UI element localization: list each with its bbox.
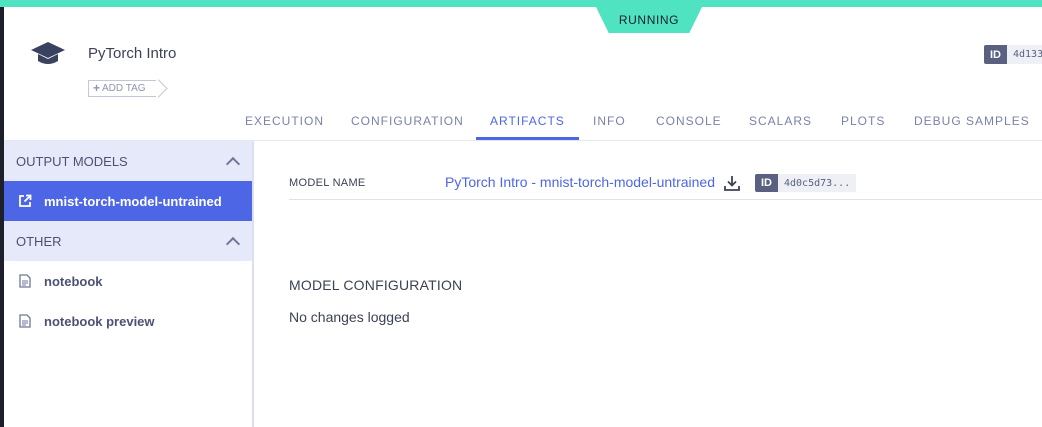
tab-info[interactable]: INFO [593, 106, 626, 140]
tab-debug-samples[interactable]: DEBUG SAMPLES [914, 106, 1030, 140]
section-other-title: OTHER [16, 233, 62, 249]
tab-configuration[interactable]: CONFIGURATION [351, 106, 464, 140]
sidebar-item-notebook[interactable]: notebook [4, 261, 252, 301]
sidebar-item-model[interactable]: mnist-torch-model-untrained [4, 181, 252, 221]
model-name-row: MODEL NAME PyTorch Intro - mnist-torch-m… [289, 167, 1042, 200]
graduation-cap-icon [31, 42, 65, 64]
section-other[interactable]: OTHER [4, 221, 252, 261]
model-name-label: MODEL NAME [289, 177, 366, 189]
task-id-label: ID [984, 45, 1007, 64]
tab-console[interactable]: CONSOLE [656, 106, 722, 140]
add-tag-button[interactable]: + ADD TAG [88, 80, 156, 97]
model-id-label: ID [755, 174, 778, 192]
artifact-details: MODEL NAME PyTorch Intro - mnist-torch-m… [256, 141, 1042, 427]
section-output-models[interactable]: OUTPUT MODELS [4, 141, 252, 181]
model-configuration-text: No changes logged [289, 309, 410, 325]
sidebar-item-label: notebook [44, 273, 103, 289]
model-configuration-heading: MODEL CONFIGURATION [289, 277, 463, 293]
model-id-value: 4d0c5d73... [778, 174, 857, 192]
chevron-up-icon[interactable] [225, 236, 241, 251]
external-link-icon [18, 194, 32, 208]
tab-scalars[interactable]: SCALARS [749, 106, 812, 140]
status-top-bar [0, 0, 1042, 7]
tab-plots[interactable]: PLOTS [841, 106, 885, 140]
plus-icon: + [93, 81, 101, 95]
sidebar-item-label: notebook preview [44, 313, 155, 329]
add-tag-label: ADD TAG [102, 83, 146, 94]
document-icon [18, 274, 32, 288]
sidebar-item-notebook-preview[interactable]: notebook preview [4, 301, 252, 341]
model-id-chip[interactable]: ID 4d0c5d73... [755, 174, 857, 192]
task-title: PyTorch Intro [88, 45, 177, 62]
download-icon[interactable] [723, 174, 741, 192]
model-link[interactable]: PyTorch Intro - mnist-torch-model-untrai… [445, 174, 715, 190]
tab-artifacts[interactable]: ARTIFACTS [476, 106, 579, 140]
task-tabs: EXECUTION CONFIGURATION ARTIFACTS INFO C… [4, 106, 1042, 140]
chevron-up-icon[interactable] [225, 156, 241, 171]
task-id-value: 4d133 [1007, 45, 1042, 64]
tab-execution[interactable]: EXECUTION [245, 106, 324, 140]
sidebar-item-label: mnist-torch-model-untrained [44, 193, 222, 209]
task-id-chip[interactable]: ID 4d133 [984, 45, 1042, 64]
document-icon [18, 314, 32, 328]
status-badge: RUNNING [596, 7, 702, 33]
section-output-models-title: OUTPUT MODELS [16, 153, 128, 169]
artifacts-sidebar: OUTPUT MODELS mnist-torch-model-untraine… [4, 141, 254, 427]
